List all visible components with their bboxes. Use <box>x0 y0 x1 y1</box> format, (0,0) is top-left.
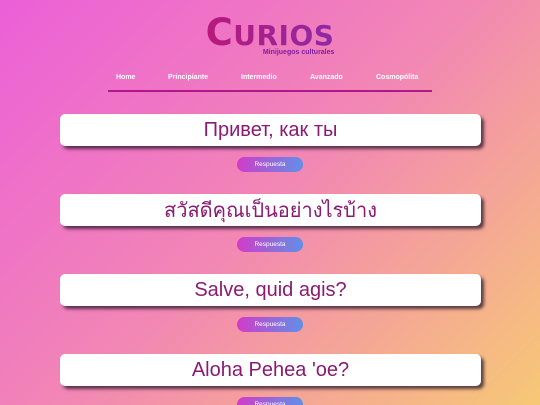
answer-button[interactable]: Respuesta <box>237 397 303 405</box>
nav-item-cosmopolita[interactable]: Cosmopólita <box>376 74 418 81</box>
nav-item-principiante[interactable]: Principiante <box>168 74 208 81</box>
phrase-card: Aloha Pehea 'oe? <box>60 354 481 386</box>
phrase-text: สวัสดีคุณเป็นอย่างไรบ้าง <box>164 200 377 222</box>
brand-title: CURIOS <box>205 11 335 54</box>
phrase-card: สวัสดีคุณเป็นอย่างไรบ้าง <box>60 194 481 226</box>
phrase-text: Aloha Pehea 'oe? <box>191 358 350 381</box>
phrase-text: Salve, quid agis? <box>194 278 347 301</box>
phrase-card: Salve, quid agis? <box>60 274 481 306</box>
phrase-card: Привет, как ты <box>60 114 481 146</box>
brand-logo[interactable]: CURIOS Minijuegos culturales <box>0 14 540 59</box>
answer-button[interactable]: Respuesta <box>237 237 303 252</box>
nav-item-intermedio[interactable]: Intermedio <box>241 74 277 81</box>
phrase-text: Привет, как ты <box>203 118 338 141</box>
nav-item-avanzado[interactable]: Avanzado <box>310 74 343 81</box>
nav-item-home[interactable]: Home <box>116 74 135 81</box>
main-nav: Home Principiante Intermedio Avanzado Co… <box>108 68 432 92</box>
answer-button[interactable]: Respuesta <box>237 317 303 332</box>
answer-button[interactable]: Respuesta <box>237 157 303 172</box>
